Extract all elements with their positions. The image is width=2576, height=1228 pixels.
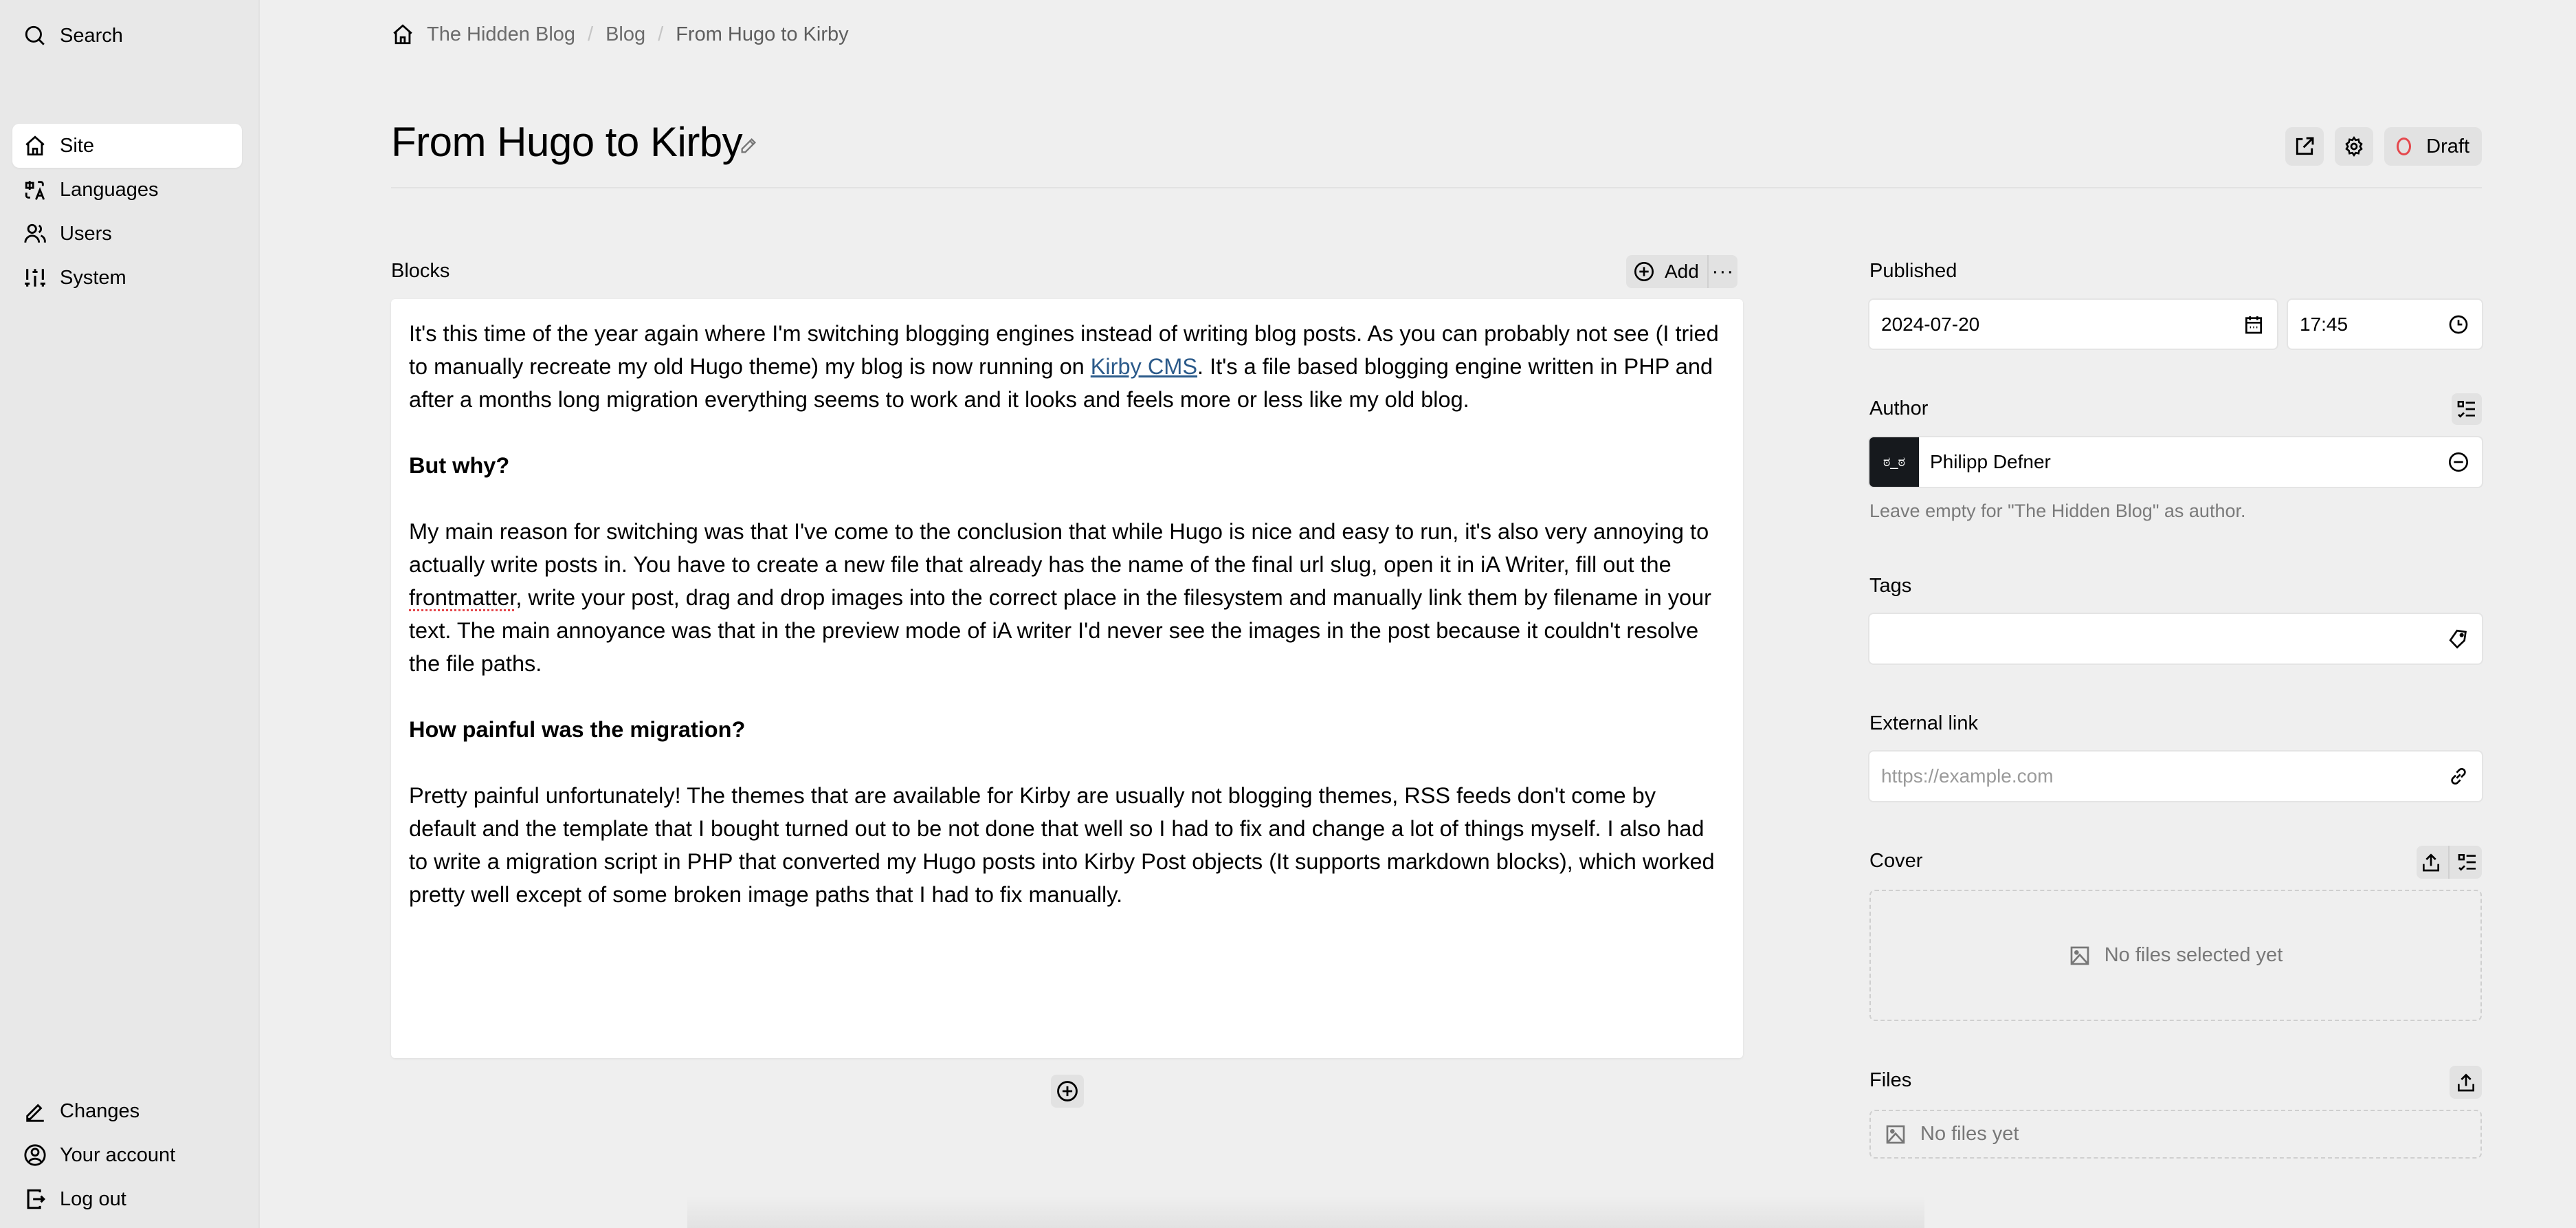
- sidebar-item-languages[interactable]: Languages: [12, 168, 242, 212]
- header-divider: [391, 187, 2482, 188]
- upload-icon[interactable]: [2420, 851, 2442, 873]
- external-link-placeholder: https://example.com: [1881, 765, 2054, 787]
- author-help-text: Leave empty for "The Hidden Blog" as aut…: [1869, 501, 2246, 521]
- gear-icon: [2345, 135, 2363, 157]
- spellcheck-word: frontmatter: [409, 585, 516, 610]
- bottom-shadow: [687, 1196, 1924, 1228]
- sidebar-item-site[interactable]: Site: [12, 124, 242, 168]
- status-label: Draft: [2426, 135, 2469, 157]
- breadcrumb-item-current[interactable]: From Hugo to Kirby: [676, 23, 848, 46]
- heading-block[interactable]: But why?: [409, 449, 1725, 482]
- translate-icon: [25, 181, 45, 200]
- time-value: 17:45: [2300, 313, 2349, 335]
- settings-button[interactable]: [2335, 127, 2373, 166]
- sidebar-item-label: Languages: [60, 178, 159, 201]
- calendar-icon[interactable]: [2243, 314, 2265, 336]
- blocks-toolbar: Add ···: [1626, 255, 1737, 288]
- sidebar: Search Site Languages Users System Chang…: [0, 0, 260, 1228]
- checklist-icon: [2457, 401, 2475, 418]
- published-label: Published: [1869, 260, 1957, 282]
- status-button[interactable]: Draft: [2384, 127, 2482, 166]
- cover-empty-text: No files selected yet: [2104, 944, 2283, 966]
- author-avatar: ಠ_ಠ: [1869, 437, 1919, 487]
- users-icon: [24, 223, 46, 243]
- home-icon: [25, 135, 45, 156]
- files-empty-text: No files yet: [1920, 1123, 2019, 1145]
- sidebar-item-changes[interactable]: Changes: [12, 1089, 242, 1133]
- sidebar-item-label: Site: [60, 134, 94, 157]
- breadcrumb-item-blog[interactable]: Blog: [606, 23, 645, 46]
- add-block-button[interactable]: Add: [1626, 255, 1707, 288]
- published-time-input[interactable]: 17:45: [2288, 300, 2482, 349]
- breadcrumb-separator: /: [588, 23, 594, 45]
- add-label: Add: [1665, 261, 1699, 282]
- text-block-content: My main reason for switching was that I'…: [409, 519, 1709, 577]
- image-icon: [1886, 1125, 1905, 1143]
- published-date-input[interactable]: 2024-07-20: [1869, 300, 2277, 349]
- open-preview-button[interactable]: [2285, 127, 2324, 166]
- sidebar-item-label: Changes: [60, 1099, 140, 1122]
- pencil-icon: [26, 1104, 44, 1122]
- external-link-icon: [2296, 137, 2314, 155]
- heading-block[interactable]: How painful was the migration?: [409, 713, 1725, 746]
- author-label: Author: [1869, 397, 1929, 419]
- sidebar-item-system[interactable]: System: [12, 256, 242, 300]
- sidebar-item-users[interactable]: Users: [12, 212, 242, 256]
- add-circle-icon: [1057, 1081, 1078, 1101]
- sidebar-item-label: Your account: [60, 1143, 176, 1166]
- breadcrumb: The Hidden Blog / Blog / From Hugo to Ki…: [391, 19, 849, 50]
- text-block[interactable]: Pretty painful unfortunately! The themes…: [409, 779, 1725, 911]
- blocks-label: Blocks: [391, 260, 450, 282]
- cover-actions: [2417, 846, 2482, 879]
- tags-label: Tags: [1869, 575, 1912, 597]
- files-upload-button[interactable]: [2450, 1066, 2482, 1099]
- sidebar-search-label: Search: [60, 24, 123, 47]
- sidebar-item-logout[interactable]: Log out: [12, 1177, 242, 1221]
- clock-icon[interactable]: [2447, 314, 2469, 336]
- breadcrumb-item-site[interactable]: The Hidden Blog: [427, 23, 575, 46]
- sidebar-item-label: Users: [60, 222, 112, 245]
- text-block[interactable]: It's this time of the year again where I…: [409, 317, 1725, 416]
- cover-dropzone[interactable]: No files selected yet: [1869, 890, 2482, 1021]
- external-link-label: External link: [1869, 712, 1978, 734]
- page-title: From Hugo to Kirby: [391, 119, 743, 165]
- sidebar-search[interactable]: Search: [12, 14, 242, 58]
- remove-circle-icon[interactable]: [2447, 451, 2469, 473]
- author-name: Philipp Defner: [1930, 451, 2051, 472]
- search-icon: [25, 25, 45, 45]
- more-options-button[interactable]: ···: [1707, 255, 1737, 288]
- tag-icon: [2449, 629, 2467, 649]
- edit-title-icon[interactable]: [739, 136, 758, 155]
- cover-label: Cover: [1869, 850, 1923, 872]
- sidebar-item-account[interactable]: Your account: [12, 1133, 242, 1177]
- external-link-input[interactable]: https://example.com: [1869, 752, 2482, 801]
- files-label: Files: [1869, 1069, 1912, 1091]
- sidebar-item-label: Log out: [60, 1187, 126, 1210]
- breadcrumb-separator: /: [658, 23, 664, 45]
- add-circle-icon: [1634, 262, 1654, 281]
- upload-icon: [2457, 1073, 2474, 1092]
- text-block[interactable]: My main reason for switching was that I'…: [409, 515, 1725, 680]
- append-block-button[interactable]: [1051, 1075, 1084, 1108]
- draft-status-icon: [2397, 138, 2412, 155]
- blocks-editor[interactable]: It's this time of the year again where I…: [391, 299, 1743, 1058]
- home-icon[interactable]: [391, 23, 414, 46]
- account-icon: [24, 1144, 46, 1166]
- sliders-icon: [25, 269, 45, 287]
- link-icon[interactable]: [2447, 765, 2469, 787]
- files-dropzone[interactable]: No files yet: [1869, 1110, 2482, 1159]
- date-value: 2024-07-20: [1881, 313, 1980, 335]
- checklist-icon[interactable]: [2456, 851, 2478, 873]
- sidebar-item-label: System: [60, 266, 126, 289]
- button-separator: [2448, 846, 2450, 879]
- tags-input[interactable]: [1869, 614, 2482, 664]
- text-block-content: , write your post, drag and drop images …: [409, 585, 1711, 676]
- select-author-button[interactable]: [2452, 393, 2482, 425]
- kirby-cms-link[interactable]: Kirby CMS: [1091, 354, 1197, 379]
- author-item[interactable]: ಠ_ಠ Philipp Defner: [1869, 437, 2482, 487]
- logout-icon: [27, 1189, 45, 1209]
- image-icon: [2070, 946, 2089, 965]
